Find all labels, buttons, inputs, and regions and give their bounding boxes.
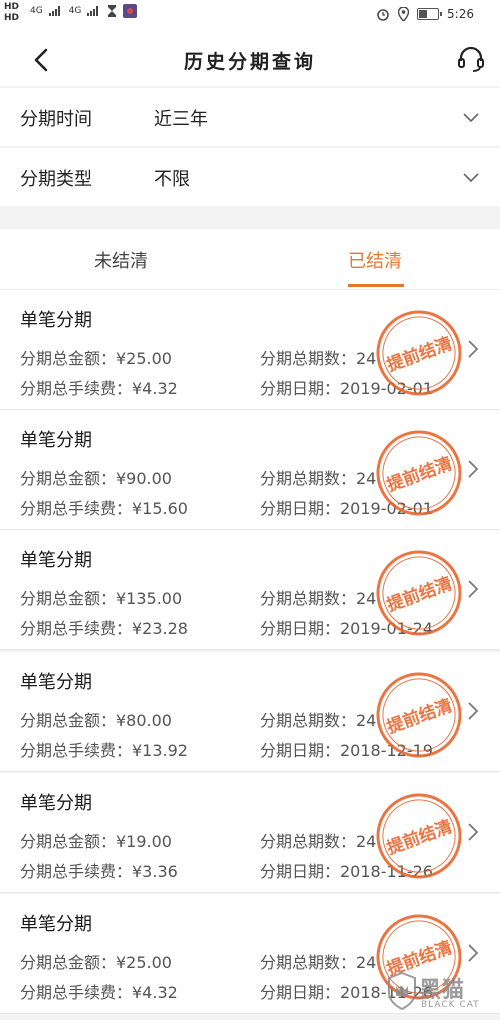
headset-icon[interactable] xyxy=(456,44,486,74)
chevron-right-icon xyxy=(468,944,479,962)
record-periods: 分期总期数：24 xyxy=(260,832,377,851)
record-amount: 分期总金额：¥25.00 xyxy=(20,349,172,368)
stamp-text: 提前结清 xyxy=(384,573,455,616)
status-right-icons: 5:26 xyxy=(376,7,474,21)
record-amount: 分期总金额：¥25.00 xyxy=(20,953,172,972)
status-tabs: 未结清 已结清 xyxy=(0,229,500,290)
chevron-right-icon xyxy=(468,823,479,841)
chevron-down-icon xyxy=(463,173,479,183)
filter-period-value: 近三年 xyxy=(154,109,208,130)
chevron-right-icon xyxy=(468,460,479,478)
record-title: 单笔分期 xyxy=(20,430,92,451)
list-item[interactable]: 单笔分期 分期总金额：¥90.00 分期总手续费：¥15.60 分期总期数：24… xyxy=(0,410,500,530)
record-fee: 分期总手续费：¥4.32 xyxy=(20,983,178,1002)
record-amount: 分期总金额：¥80.00 xyxy=(20,711,172,730)
chevron-down-icon xyxy=(463,113,479,123)
record-title: 单笔分期 xyxy=(20,793,92,814)
location-icon xyxy=(398,7,410,21)
page-title: 历史分期查询 xyxy=(183,51,316,73)
list-item[interactable]: 单笔分期 分期总金额：¥25.00 分期总手续费：¥4.32 分期总期数：24 … xyxy=(0,290,500,410)
network-type-1: 4G xyxy=(30,6,43,16)
status-time: 5:26 xyxy=(447,7,474,21)
signal-icon xyxy=(87,6,99,16)
network-type-2: 4G xyxy=(68,6,82,16)
watermark-logo: 黑猫 BLACK CAT xyxy=(385,970,495,1018)
record-fee: 分期总手续费：¥4.32 xyxy=(20,379,178,398)
record-title: 单笔分期 xyxy=(20,914,92,935)
hd-indicator: HD HD xyxy=(4,2,20,23)
record-fee: 分期总手续费：¥3.36 xyxy=(20,862,178,881)
record-periods: 分期总期数：24 xyxy=(260,349,377,368)
chevron-right-icon xyxy=(468,702,479,720)
hourglass-icon xyxy=(108,5,117,17)
filter-type[interactable]: 分期类型 不限 xyxy=(0,148,500,206)
filter-period[interactable]: 分期时间 近三年 xyxy=(0,88,500,146)
record-title: 单笔分期 xyxy=(20,550,92,571)
list-item[interactable]: 单笔分期 分期总金额：¥80.00 分期总手续费：¥13.92 分期总期数：24… xyxy=(0,652,500,772)
battery-icon xyxy=(417,8,443,20)
chevron-right-icon xyxy=(468,580,479,598)
record-periods: 分期总期数：24 xyxy=(260,589,377,608)
record-fee: 分期总手续费：¥23.28 xyxy=(20,619,188,638)
record-title: 单笔分期 xyxy=(20,672,92,693)
record-periods: 分期总期数：24 xyxy=(260,711,377,730)
record-fee: 分期总手续费：¥13.92 xyxy=(20,741,188,760)
filter-period-label: 分期时间 xyxy=(20,109,92,130)
filter-type-label: 分期类型 xyxy=(20,169,92,190)
record-periods: 分期总期数：24 xyxy=(260,469,377,488)
cat-shield-icon xyxy=(388,972,416,1010)
tab-unsettled[interactable]: 未结清 xyxy=(94,247,148,273)
stamp-text: 提前结清 xyxy=(384,695,455,738)
status-left-icons: 4G 4G xyxy=(30,4,138,18)
stamp-text: 提前结清 xyxy=(384,453,455,496)
list-item[interactable]: 单笔分期 分期总金额：¥19.00 分期总手续费：¥3.36 分期总期数：24 … xyxy=(0,773,500,893)
nav-bar: 历史分期查询 xyxy=(0,34,500,86)
status-bar: HD HD 4G 4G 5:26 xyxy=(0,0,500,34)
filter-type-value: 不限 xyxy=(154,169,190,190)
list-item[interactable]: 单笔分期 分期总金额：¥135.00 分期总手续费：¥23.28 分期总期数：2… xyxy=(0,530,500,650)
record-title: 单笔分期 xyxy=(20,310,92,331)
app-notification-icon xyxy=(123,4,138,18)
watermark-subtext: BLACK CAT xyxy=(421,1000,480,1010)
record-fee: 分期总手续费：¥15.60 xyxy=(20,499,188,518)
active-tab-indicator xyxy=(348,284,404,287)
stamp-text: 提前结清 xyxy=(384,816,455,859)
record-periods: 分期总期数：24 xyxy=(260,953,377,972)
alarm-icon xyxy=(377,9,389,21)
signal-icon xyxy=(48,6,60,16)
record-amount: 分期总金额：¥19.00 xyxy=(20,832,172,851)
stamp-text: 提前结清 xyxy=(384,333,455,376)
chevron-right-icon xyxy=(468,340,479,358)
record-amount: 分期总金额：¥135.00 xyxy=(20,589,183,608)
record-amount: 分期总金额：¥90.00 xyxy=(20,469,172,488)
tab-settled[interactable]: 已结清 xyxy=(348,247,402,273)
